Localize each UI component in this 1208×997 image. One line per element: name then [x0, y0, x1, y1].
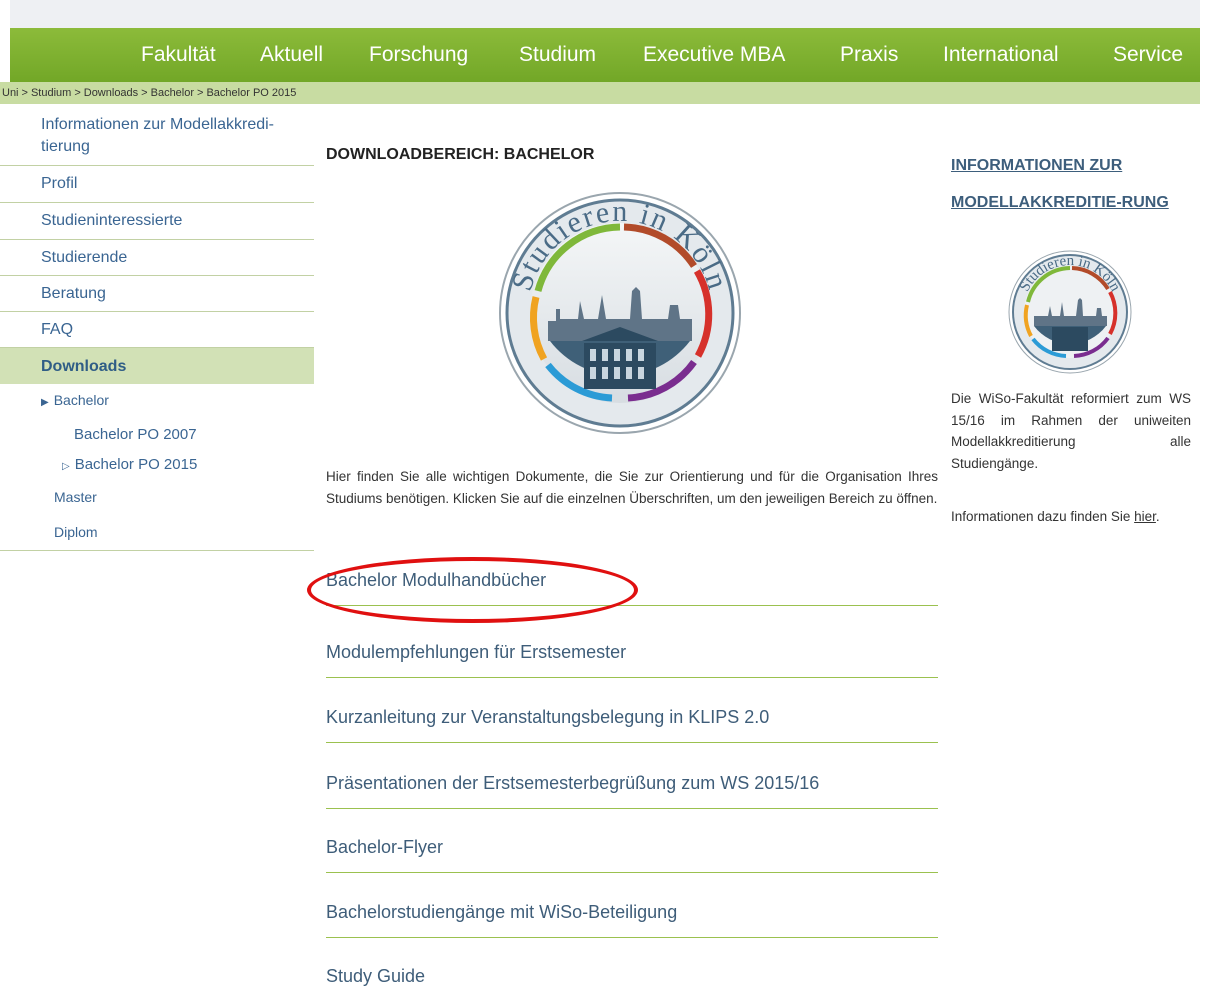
- sidebar-item-studierende[interactable]: Studierende: [0, 240, 314, 276]
- download-section-bachelor-modulhandbuecher[interactable]: Bachelor Modulhandbücher: [326, 570, 938, 606]
- sidebar-item-label: Downloads: [41, 358, 127, 375]
- download-section-label: Bachelor Modulhandbücher: [326, 570, 547, 590]
- breadcrumb: Uni > Studium > Downloads > Bachelor > Bachelor …: [0, 82, 1200, 104]
- nav-fakultaet[interactable]: Fakultät: [141, 28, 216, 82]
- nav-praxis[interactable]: Praxis: [840, 28, 898, 82]
- breadcrumb-separator: >: [74, 87, 81, 99]
- sidebar-item-downloads[interactable]: Downloads: [0, 348, 314, 384]
- sidebar-subitem-label: Bachelor PO 2015: [74, 456, 198, 473]
- sidebar-subitem-bachelor[interactable]: ▶ Bachelor: [41, 392, 109, 408]
- download-section-wiso-beteiligung[interactable]: Bachelorstudiengänge mit WiSo-Beteiligun…: [326, 902, 938, 938]
- sidebar-item-modellakkreditierung[interactable]: Informationen zur Modellakkredi-tierung: [0, 110, 314, 166]
- nav-studium[interactable]: Studium: [519, 28, 596, 82]
- top-strip-edge: [1200, 0, 1208, 28]
- triangle-right-filled-icon: ▶: [41, 397, 49, 408]
- top-strip-edge: [0, 0, 10, 28]
- sidebar-item-profil[interactable]: Profil: [0, 166, 314, 203]
- sidebar-item-beratung[interactable]: Beratung: [0, 276, 314, 312]
- sidebar-item-label: Profil: [41, 175, 78, 192]
- download-section-bachelor-flyer[interactable]: Bachelor-Flyer: [326, 837, 938, 873]
- breadcrumb-uni[interactable]: Uni: [2, 87, 19, 99]
- breadcrumb-separator: >: [21, 87, 28, 99]
- sidebar-item-faq[interactable]: FAQ: [0, 312, 314, 348]
- sidebar-subitem-bachelor-po-2007[interactable]: Bachelor PO 2007: [74, 426, 197, 443]
- download-section-label: Study Guide: [326, 966, 426, 986]
- info-text-suffix: .: [1155, 509, 1160, 524]
- nav-forschung[interactable]: Forschung: [369, 28, 468, 82]
- studieren-in-koeln-logo-small: Studieren in Köln: [1008, 250, 1132, 374]
- main-navigation: Fakultät Aktuell Forschung Studium Execu…: [10, 28, 1200, 82]
- page-title: DOWNLOADBEREICH: BACHELOR: [326, 146, 595, 163]
- sidebar-subitem-diplom[interactable]: Diplom: [54, 524, 98, 540]
- download-section-label: Modulempfehlungen für Erstsemester: [326, 642, 627, 662]
- sidebar-item-label: FAQ: [41, 321, 74, 338]
- sidebar-item-label: Studieninteressierte: [41, 212, 183, 229]
- sidebar-item-label: Beratung: [41, 285, 106, 302]
- sidebar-item-studieninteressierte[interactable]: Studieninteressierte: [0, 203, 314, 240]
- download-section-label: Bachelorstudiengänge mit WiSo-Beteiligun…: [326, 902, 678, 922]
- studieren-in-koeln-logo: Studieren in Köln: [499, 192, 741, 434]
- breadcrumb-studium[interactable]: Studium: [31, 87, 71, 99]
- nav-aktuell[interactable]: Aktuell: [260, 28, 323, 82]
- sidebar-subitem-label: Bachelor: [53, 392, 109, 408]
- breadcrumb-separator: >: [141, 87, 148, 99]
- sidebar-divider: [0, 550, 314, 551]
- sidebar-subitem-master[interactable]: Master: [54, 489, 97, 505]
- download-section-study-guide[interactable]: Study Guide: [326, 966, 938, 997]
- info-text-link-paragraph: Informationen dazu finden Sie hier.: [951, 506, 1191, 528]
- breadcrumb-bachelor[interactable]: Bachelor: [151, 87, 194, 99]
- sidebar-subitem-label: Master: [54, 489, 97, 505]
- breadcrumb-separator: >: [197, 87, 204, 99]
- sidebar-subitem-label: Diplom: [54, 524, 98, 540]
- nav-service[interactable]: Service: [1113, 28, 1183, 82]
- download-section-modulempfehlungen[interactable]: Modulempfehlungen für Erstsemester: [326, 642, 938, 678]
- sidebar-item-label: Informationen zur Modellakkredi-tierung: [41, 116, 274, 155]
- top-strip: [0, 0, 1208, 28]
- download-section-kurzanleitung-klips[interactable]: Kurzanleitung zur Veranstaltungsbelegung…: [326, 707, 938, 743]
- info-title-link[interactable]: INFORMATIONEN ZUR MODELLAKKREDITIE-RUNG: [951, 147, 1191, 221]
- download-section-label: Bachelor-Flyer: [326, 837, 444, 857]
- info-text-prefix: Informationen dazu finden Sie: [951, 509, 1135, 524]
- download-section-label: Präsentationen der Erstsemesterbegrüßung…: [326, 773, 820, 793]
- triangle-right-outline-icon: ▷: [62, 461, 70, 472]
- breadcrumb-bachelor-po-2015[interactable]: Bachelor PO 2015: [206, 87, 296, 99]
- sidebar-subitem-label: Bachelor PO 2007: [74, 426, 197, 443]
- sidebar-item-label: Studierende: [41, 249, 128, 266]
- nav-executive-mba[interactable]: Executive MBA: [643, 28, 785, 82]
- sidebar-subitem-bachelor-po-2015[interactable]: ▷ Bachelor PO 2015: [62, 456, 197, 473]
- nav-international[interactable]: International: [943, 28, 1059, 82]
- breadcrumb-downloads[interactable]: Downloads: [84, 87, 138, 99]
- info-text: Die WiSo-Fakultät reformiert zum WS 15/1…: [951, 391, 1191, 471]
- intro-text: Hier finden Sie alle wichtigen Dokumente…: [326, 469, 938, 506]
- download-section-praesentationen[interactable]: Präsentationen der Erstsemesterbegrüßung…: [326, 773, 938, 809]
- info-hier-link[interactable]: hier: [1134, 509, 1156, 524]
- download-section-label: Kurzanleitung zur Veranstaltungsbelegung…: [326, 707, 770, 727]
